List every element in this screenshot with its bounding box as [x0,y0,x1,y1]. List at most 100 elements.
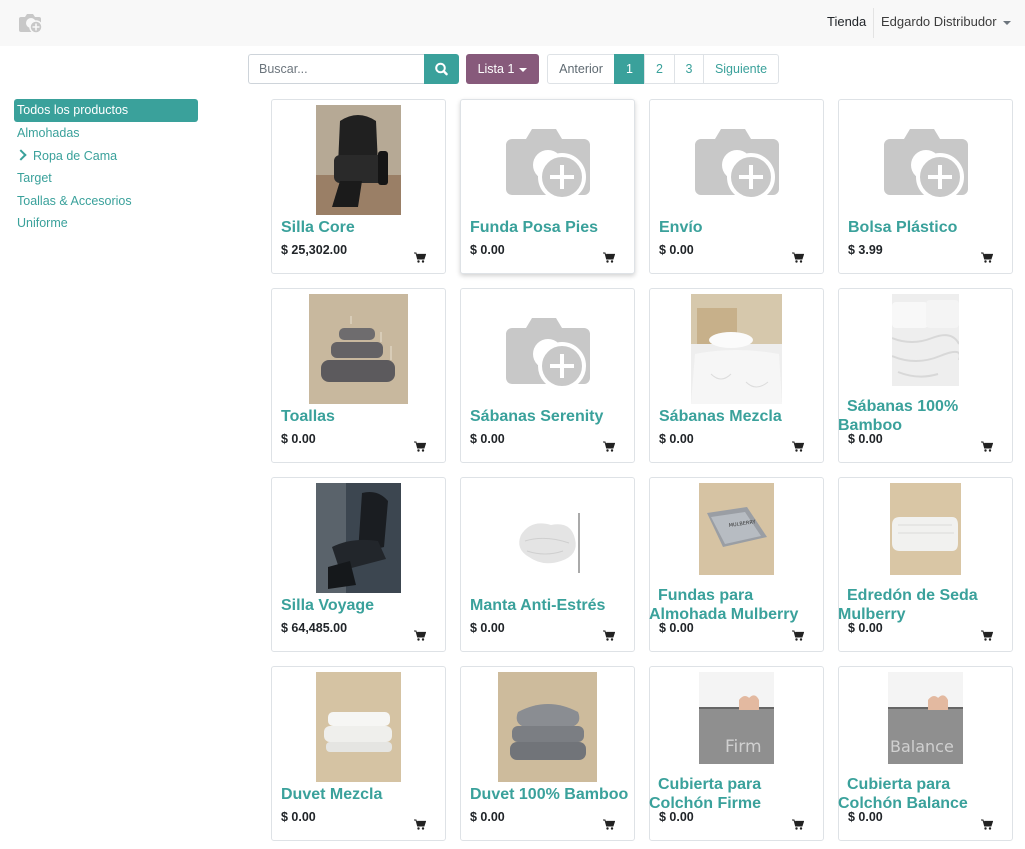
product-image[interactable] [691,294,782,404]
camera-placeholder-icon[interactable] [882,125,970,201]
pager-previous[interactable]: Anterior [547,54,615,84]
grey-duvet-with-pillow-image [498,672,597,782]
product-price: $ 0.00 [848,621,883,635]
product-name[interactable]: Sábanas 100% Bamboo [838,397,1000,435]
product-name[interactable]: Sábanas Serenity [470,407,632,426]
cart-icon[interactable] [603,819,615,830]
product-name[interactable]: Edredón de Seda Mulberry [838,586,1000,624]
product-image[interactable] [316,672,401,782]
product-image[interactable] [890,483,961,575]
white-sheets-closeup-image [892,294,959,386]
cart-icon[interactable] [981,630,993,641]
cart-icon[interactable] [792,441,804,452]
pager-page-1[interactable]: 1 [614,54,645,84]
product-price: $ 25,302.00 [281,243,348,257]
cart-icon[interactable] [981,819,993,830]
product-card[interactable]: Duvet 100% Bamboo $ 0.00 [460,666,635,841]
cart-icon[interactable] [603,441,615,452]
product-name[interactable]: Silla Core [281,218,443,237]
product-name[interactable]: Envío [659,218,821,237]
cart-icon[interactable] [981,441,993,452]
product-image[interactable]: Firm [699,672,774,764]
silk-pillowcase-package-image: MULBERRY [699,483,774,575]
product-card[interactable]: Balance Cubierta para Colchón Balance $ … [838,666,1013,841]
product-card[interactable]: Envío $ 0.00 [649,99,824,274]
product-card[interactable]: Toallas $ 0.00 [271,288,446,463]
category-all-products[interactable]: Todos los productos [14,99,198,122]
category-almohadas[interactable]: Almohadas [14,122,198,145]
product-name[interactable]: Toallas [281,407,443,426]
cart-icon[interactable] [414,441,426,452]
cart-icon[interactable] [981,252,993,263]
product-card[interactable]: Manta Anti-Estrés $ 0.00 [460,477,635,652]
search-button[interactable] [424,54,459,84]
product-name[interactable]: Sábanas Mezcla [659,407,821,426]
pricelist-dropdown[interactable]: Lista 1 [466,54,539,84]
product-card[interactable]: Firm Cubierta para Colchón Firme $ 0.00 [649,666,824,841]
pager-page-3[interactable]: 3 [674,54,704,84]
product-image[interactable] [892,294,959,386]
product-card[interactable]: Sábanas 100% Bamboo $ 0.00 [838,288,1013,463]
product-name[interactable]: Funda Posa Pies [470,218,632,237]
product-name[interactable]: Cubierta para Colchón Balance [838,775,1000,813]
chevron-down-icon [1002,20,1011,25]
cart-icon[interactable] [603,630,615,641]
product-name[interactable]: Cubierta para Colchón Firme [649,775,811,813]
product-image[interactable] [309,294,408,404]
cart-icon[interactable] [792,819,804,830]
cart-icon[interactable] [792,630,804,641]
product-card[interactable]: Duvet Mezcla $ 0.00 [271,666,446,841]
category-toallas-accesorios[interactable]: Toallas & Accesorios [14,190,198,213]
cart-icon[interactable] [414,819,426,830]
product-name[interactable]: Silla Voyage [281,596,443,615]
product-card[interactable]: Sábanas Serenity $ 0.00 [460,288,635,463]
category-target[interactable]: Target [14,167,198,190]
product-card[interactable]: Silla Core $ 25,302.00 [271,99,446,274]
category-uniforme[interactable]: Uniforme [14,212,198,235]
chevron-down-icon [519,67,528,72]
topper-label: Firm [725,737,762,757]
pager-page-2[interactable]: 2 [644,54,675,84]
product-card[interactable]: Sábanas Mezcla $ 0.00 [649,288,824,463]
search-icon [435,62,448,76]
folded-white-comforter-image [890,483,961,575]
cart-icon[interactable] [792,252,804,263]
product-card[interactable]: MULBERRY Fundas para Almohada Mulberry $… [649,477,824,652]
camera-placeholder-icon[interactable] [504,314,592,390]
cart-icon[interactable] [603,252,615,263]
product-card[interactable]: Bolsa Plástico $ 3.99 [838,99,1013,274]
pager-next[interactable]: Siguiente [703,54,779,84]
product-image[interactable] [498,672,597,782]
product-name[interactable]: Duvet Mezcla [281,785,443,804]
grey-towel-stack-image [309,294,408,404]
product-image[interactable]: MULBERRY [699,483,774,575]
chevron-right-icon[interactable] [15,148,27,161]
product-name[interactable]: Fundas para Almohada Mulberry [649,586,811,624]
user-menu[interactable]: Edgardo Distribudor [881,14,1011,29]
cart-icon[interactable] [414,630,426,641]
product-card[interactable]: Silla Voyage $ 64,485.00 [271,477,446,652]
product-image[interactable]: Balance [888,672,963,764]
search-input[interactable] [248,54,424,84]
product-image[interactable] [515,483,581,593]
category-label: Ropa de Cama [33,148,118,163]
camera-placeholder-icon[interactable] [693,125,781,201]
product-card[interactable]: Funda Posa Pies $ 0.00 [460,99,635,274]
pricelist-label: Lista 1 [477,62,515,76]
product-name[interactable]: Bolsa Plástico [848,218,1010,237]
product-image[interactable] [316,105,401,215]
product-name[interactable]: Manta Anti-Estrés [470,596,632,615]
category-ropa-de-cama[interactable]: Ropa de Cama [14,145,198,168]
product-price: $ 3.99 [848,243,883,257]
cart-icon[interactable] [414,252,426,263]
product-card[interactable]: Edredón de Seda Mulberry $ 0.00 [838,477,1013,652]
pagination: Anterior 1 2 3 Siguiente [547,54,779,84]
camera-placeholder-icon[interactable] [504,125,592,201]
product-price: $ 0.00 [659,810,694,824]
product-image[interactable] [316,483,401,593]
camera-plus-icon[interactable] [17,11,45,35]
nav-link-shop[interactable]: Tienda [827,14,866,29]
mattress-topper-firme-image: Firm [699,672,774,764]
product-name[interactable]: Duvet 100% Bamboo [470,785,632,804]
product-price: $ 0.00 [659,432,694,446]
